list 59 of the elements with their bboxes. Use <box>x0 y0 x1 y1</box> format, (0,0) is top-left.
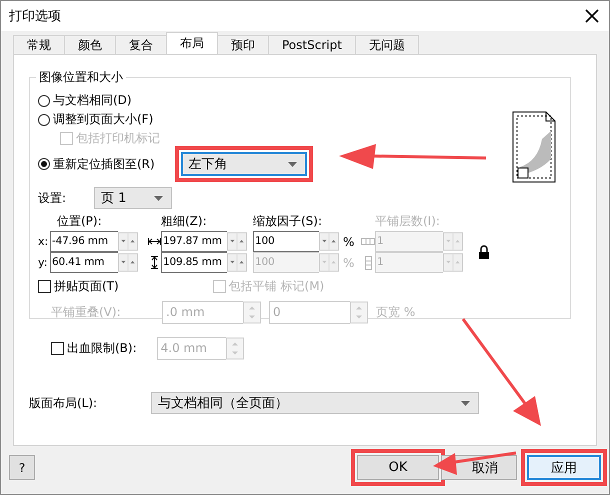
apply-button[interactable]: 应用 <box>527 455 601 480</box>
tab[interactable]: 预印 <box>217 35 269 54</box>
dropdown[interactable]: 左下角 <box>180 152 307 176</box>
tile-columns-icon <box>361 238 375 245</box>
unit-label: 页宽 % <box>376 304 416 321</box>
group-title: 图像位置和大小 <box>36 69 126 86</box>
caret-icon <box>288 162 297 166</box>
option-label: 出血限制(B): <box>67 340 137 357</box>
spin-buttons[interactable] <box>227 231 247 252</box>
spin-buttons[interactable] <box>118 252 138 273</box>
caret-icon <box>154 196 163 200</box>
height-icon <box>150 256 158 269</box>
column-label: 粗细(Z): <box>161 212 208 230</box>
width-icon <box>148 238 160 245</box>
checkbox-option[interactable]: 出血限制(B): <box>51 340 137 357</box>
tab[interactable]: 复合 <box>115 35 167 54</box>
unit-label: % <box>342 234 356 248</box>
spin-buttons[interactable] <box>227 252 247 273</box>
tab[interactable]: 颜色 <box>64 35 116 54</box>
radio-option[interactable]: 与文档相同(D) <box>38 92 132 109</box>
imposition-label: 版面布局(L): <box>29 394 98 412</box>
axis-label: x: <box>38 235 50 248</box>
option-label: 拼贴页面(T) <box>54 278 119 294</box>
spin-buttons[interactable] <box>118 231 138 252</box>
ok-button[interactable]: OK <box>357 455 439 480</box>
option-label: 包括打印机标记 <box>76 130 160 147</box>
caret-icon <box>461 400 470 406</box>
page-preview-icon <box>512 111 556 183</box>
column-label: 位置(P): <box>56 212 103 230</box>
checkbox-option[interactable]: 拼贴页面(T) <box>38 278 119 294</box>
tab[interactable]: 无问题 <box>354 35 419 54</box>
spin-buttons[interactable] <box>319 252 339 273</box>
tile-rows-icon <box>364 256 372 270</box>
settings-label: 设置: <box>38 190 68 206</box>
dropdown[interactable]: 与文档相同（全页面） <box>151 392 479 414</box>
option-label: 与文档相同(D) <box>53 92 132 109</box>
close-icon[interactable] <box>585 9 599 23</box>
column-label: 缩放因子(S): <box>253 212 324 230</box>
axis-label: y: <box>38 256 48 269</box>
tab[interactable]: PostScript <box>268 35 356 54</box>
spin-buttons[interactable] <box>319 231 339 252</box>
number-field[interactable]: 60.41 mm <box>50 252 118 273</box>
tab[interactable]: 布局 <box>166 32 218 54</box>
spin-buttons[interactable] <box>443 231 463 252</box>
help-button[interactable]: ? <box>9 455 35 480</box>
checkbox[interactable] <box>51 342 64 355</box>
overlap-label: 平铺重叠(V): <box>50 304 122 321</box>
lock-icon[interactable] <box>479 245 489 259</box>
window-title: 打印选项 <box>9 8 61 25</box>
radio-button[interactable] <box>38 114 50 126</box>
dropdown[interactable]: 页 1 <box>94 187 172 209</box>
radio-button[interactable] <box>38 158 50 170</box>
radio-button[interactable] <box>38 94 50 106</box>
tab[interactable]: 常规 <box>13 35 65 54</box>
column-label: 平铺层数(I): <box>375 212 441 230</box>
spin-buttons[interactable] <box>443 252 463 273</box>
checkbox[interactable] <box>38 280 51 292</box>
unit-label: % <box>342 256 356 270</box>
number-field[interactable]: -47.96 mm <box>50 231 118 252</box>
